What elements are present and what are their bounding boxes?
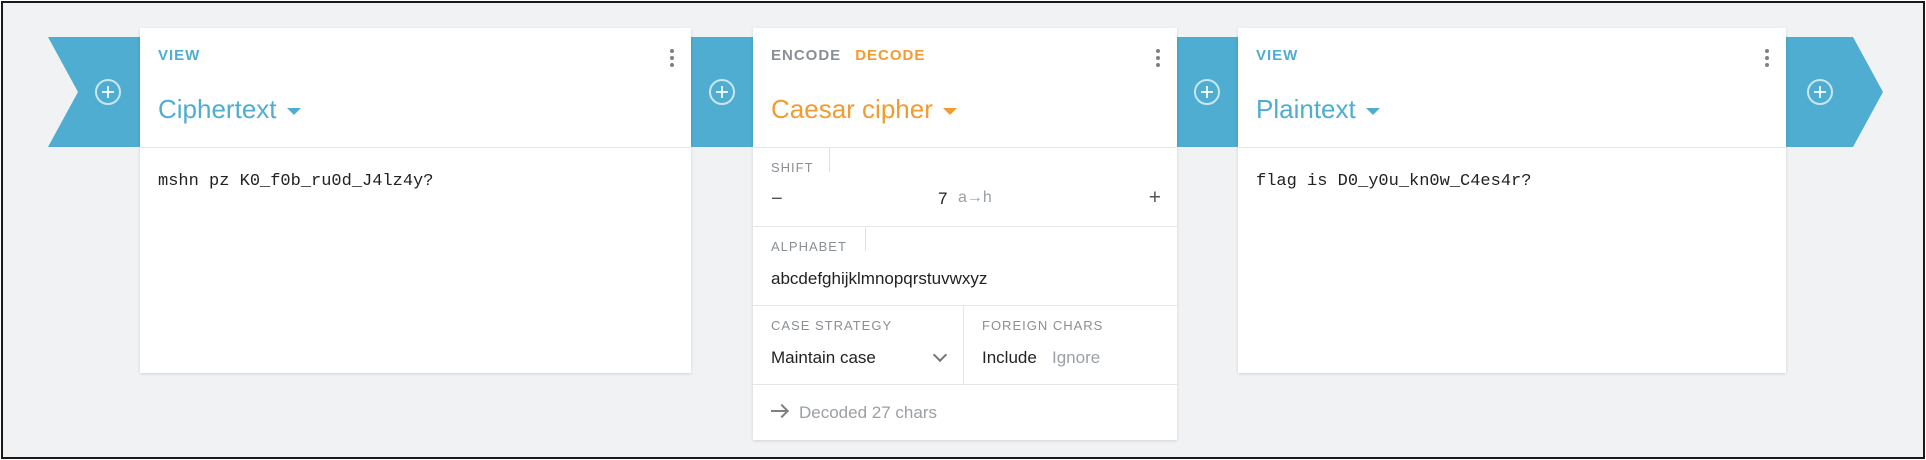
shift-field: SHIFT − 7 a→h + xyxy=(753,148,1177,227)
foreign-chars-toggle: FOREIGN CHARS Include Ignore xyxy=(964,306,1177,384)
add-circle-icon[interactable] xyxy=(95,79,121,105)
add-circle-icon[interactable] xyxy=(1194,79,1220,105)
tab-view[interactable]: VIEW xyxy=(158,47,200,64)
case-strategy-label: CASE STRATEGY xyxy=(771,318,893,333)
foreign-chars-label: FOREIGN CHARS xyxy=(982,318,1104,333)
kebab-menu-icon[interactable] xyxy=(1155,48,1161,68)
ciphertext-content[interactable]: mshn pz K0_f0b_ru0d_J4lz4y? xyxy=(158,172,433,191)
ciphertext-card: VIEW Ciphertext mshn pz K0_f0b_ru0d_J4lz… xyxy=(140,28,691,373)
case-strategy-value: Maintain case xyxy=(771,348,876,367)
plaintext-card: VIEW Plaintext flag is D0_y0u_kn0w_C4es4… xyxy=(1238,28,1786,373)
alphabet-label: ALPHABET xyxy=(771,239,847,254)
card-title: Caesar cipher xyxy=(771,94,933,124)
options-row: CASE STRATEGY Maintain case FOREIGN CHAR… xyxy=(753,306,1177,385)
card-header: VIEW Plaintext xyxy=(1238,28,1786,148)
label-divider xyxy=(865,227,866,251)
status-bar: Decoded 27 chars xyxy=(753,385,1177,439)
card-title-dropdown[interactable]: Caesar cipher xyxy=(771,94,957,125)
label-divider xyxy=(829,148,830,172)
tab-view[interactable]: VIEW xyxy=(1256,47,1298,64)
card-header: ENCODE DECODE Caesar cipher xyxy=(753,28,1177,148)
alphabet-input[interactable]: abcdefghijklmnopqrstuvwxyz xyxy=(771,269,987,289)
shift-increment-button[interactable]: + xyxy=(1149,186,1161,210)
caesar-cipher-card: ENCODE DECODE Caesar cipher SHIFT − 7 a→… xyxy=(753,28,1177,440)
add-circle-icon[interactable] xyxy=(709,79,735,105)
plaintext-content[interactable]: flag is D0_y0u_kn0w_C4es4r? xyxy=(1256,172,1531,191)
status-text: Decoded 27 chars xyxy=(799,403,937,422)
caret-down-icon xyxy=(942,108,957,115)
card-header: VIEW Ciphertext xyxy=(140,28,691,148)
card-title-dropdown[interactable]: Plaintext xyxy=(1256,94,1380,125)
shift-mapping: a→h xyxy=(958,189,992,206)
chevron-down-icon xyxy=(932,347,948,363)
tab-decode[interactable]: DECODE xyxy=(855,47,925,64)
foreign-chars-ignore[interactable]: Ignore xyxy=(1052,348,1100,368)
card-title: Ciphertext xyxy=(158,94,277,124)
tab-encode[interactable]: ENCODE xyxy=(771,47,841,64)
card-title: Plaintext xyxy=(1256,94,1356,124)
case-strategy-select[interactable]: CASE STRATEGY Maintain case xyxy=(753,306,964,384)
foreign-chars-include[interactable]: Include xyxy=(982,348,1037,368)
kebab-menu-icon[interactable] xyxy=(669,48,675,68)
pipeline-canvas: VIEW Ciphertext mshn pz K0_f0b_ru0d_J4lz… xyxy=(1,1,1925,459)
caret-down-icon xyxy=(1365,108,1380,115)
caret-down-icon xyxy=(286,108,301,115)
shift-decrement-button[interactable]: − xyxy=(771,188,783,211)
arrow-right-icon xyxy=(771,404,789,418)
pipeline-end-arrow xyxy=(1783,37,1883,147)
shift-label: SHIFT xyxy=(771,160,814,175)
alphabet-field: ALPHABET abcdefghijklmnopqrstuvwxyz xyxy=(753,227,1177,306)
shift-value[interactable]: 7 xyxy=(938,189,947,209)
kebab-menu-icon[interactable] xyxy=(1764,48,1770,68)
add-circle-icon[interactable] xyxy=(1807,79,1833,105)
card-title-dropdown[interactable]: Ciphertext xyxy=(158,94,301,125)
